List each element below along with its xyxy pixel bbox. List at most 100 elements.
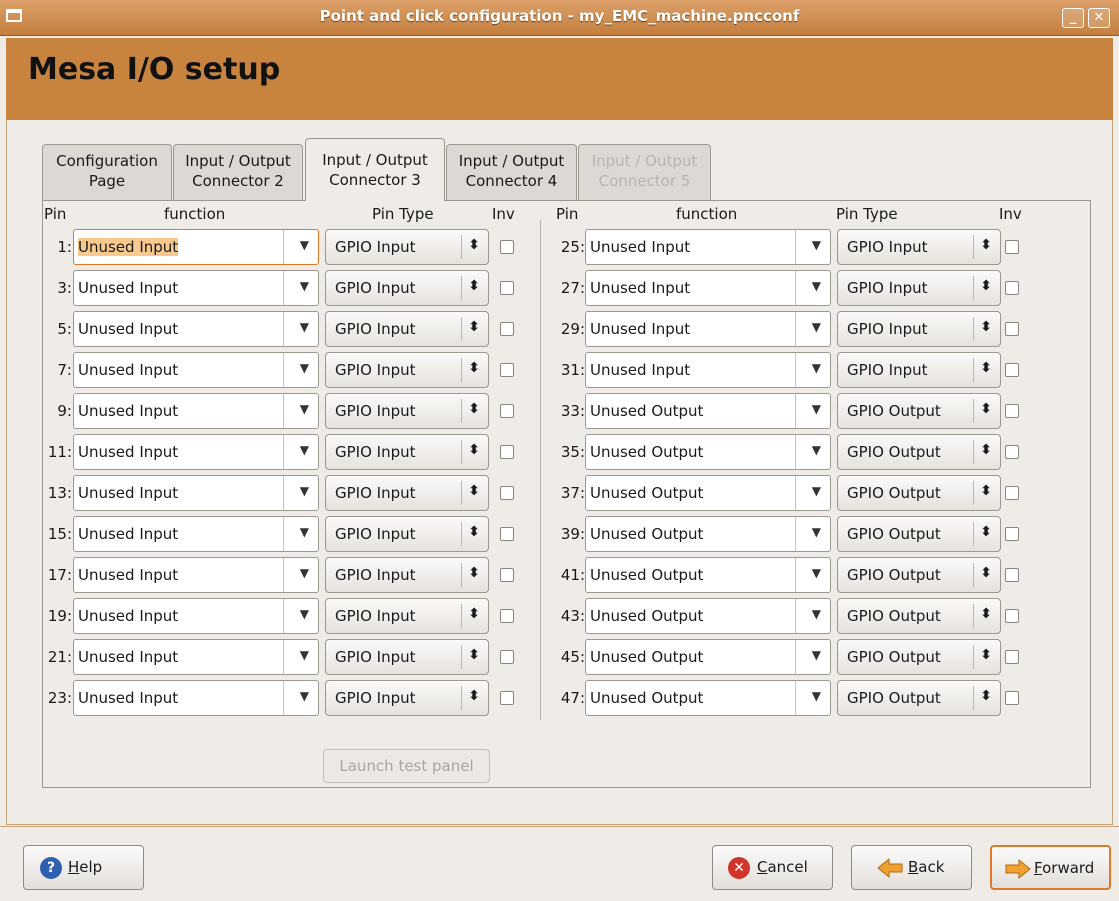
pin-type-value: GPIO Input bbox=[847, 320, 928, 338]
pin-row: 47: Unused Output ▼ GPIO Output ⬍ bbox=[0, 680, 1119, 716]
pin-number: 27: bbox=[560, 279, 585, 297]
invert-checkbox[interactable] bbox=[1005, 240, 1019, 254]
pin-type-select[interactable]: GPIO Input ⬍ bbox=[837, 229, 1001, 265]
chevron-down-icon[interactable]: ▼ bbox=[812, 279, 821, 293]
pin-type-value: GPIO Input bbox=[847, 279, 928, 297]
chevron-down-icon[interactable]: ▼ bbox=[812, 484, 821, 498]
tab-connector-4[interactable]: Input / Output Connector 4 bbox=[446, 144, 577, 200]
launch-test-panel-button: Launch test panel bbox=[323, 749, 490, 783]
function-value: Unused Output bbox=[590, 402, 704, 420]
invert-checkbox[interactable] bbox=[1005, 404, 1019, 418]
pin-type-value: GPIO Output bbox=[847, 525, 941, 543]
tab-configuration-page[interactable]: Configuration Page bbox=[42, 144, 172, 200]
pin-row: 35: Unused Output ▼ GPIO Output ⬍ bbox=[0, 434, 1119, 470]
cancel-button[interactable]: ✕ Cancel bbox=[712, 845, 833, 890]
updown-arrows-icon: ⬍ bbox=[980, 319, 992, 335]
function-combo[interactable]: Unused Input ▼ bbox=[585, 270, 831, 306]
function-value: Unused Output bbox=[590, 525, 704, 543]
function-combo[interactable]: Unused Output ▼ bbox=[585, 639, 831, 675]
pin-type-select[interactable]: GPIO Output ⬍ bbox=[837, 598, 1001, 634]
pin-type-select[interactable]: GPIO Output ⬍ bbox=[837, 393, 1001, 429]
forward-button[interactable]: Forward bbox=[990, 845, 1111, 890]
pin-type-select[interactable]: GPIO Input ⬍ bbox=[837, 270, 1001, 306]
pin-type-value: GPIO Input bbox=[847, 238, 928, 256]
updown-arrows-icon: ⬍ bbox=[980, 688, 992, 704]
function-combo[interactable]: Unused Output ▼ bbox=[585, 557, 831, 593]
cancel-icon: ✕ bbox=[728, 857, 750, 879]
pin-type-value: GPIO Output bbox=[847, 648, 941, 666]
pin-type-value: GPIO Output bbox=[847, 484, 941, 502]
invert-checkbox[interactable] bbox=[1005, 322, 1019, 336]
close-button[interactable]: ✕ bbox=[1088, 8, 1110, 28]
function-combo[interactable]: Unused Output ▼ bbox=[585, 393, 831, 429]
pin-type-select[interactable]: GPIO Output ⬍ bbox=[837, 516, 1001, 552]
help-button[interactable]: ? Help bbox=[23, 845, 144, 890]
pin-number: 45: bbox=[560, 648, 585, 666]
invert-checkbox[interactable] bbox=[1005, 691, 1019, 705]
page-header: Mesa I/O setup bbox=[6, 38, 1113, 120]
pin-number: 47: bbox=[560, 689, 585, 707]
chevron-down-icon[interactable]: ▼ bbox=[812, 648, 821, 662]
invert-checkbox[interactable] bbox=[1005, 568, 1019, 582]
updown-arrows-icon: ⬍ bbox=[980, 237, 992, 253]
pin-type-select[interactable]: GPIO Output ⬍ bbox=[837, 434, 1001, 470]
tab-connector-5: Input / Output Connector 5 bbox=[578, 144, 711, 200]
pin-type-select[interactable]: GPIO Output ⬍ bbox=[837, 639, 1001, 675]
pin-row: 37: Unused Output ▼ GPIO Output ⬍ bbox=[0, 475, 1119, 511]
invert-checkbox[interactable] bbox=[1005, 527, 1019, 541]
chevron-down-icon[interactable]: ▼ bbox=[812, 607, 821, 621]
function-combo[interactable]: Unused Input ▼ bbox=[585, 229, 831, 265]
function-combo[interactable]: Unused Input ▼ bbox=[585, 352, 831, 388]
function-combo[interactable]: Unused Output ▼ bbox=[585, 475, 831, 511]
function-value: Unused Output bbox=[590, 566, 704, 584]
function-value: Unused Output bbox=[590, 607, 704, 625]
function-combo[interactable]: Unused Input ▼ bbox=[585, 311, 831, 347]
invert-checkbox[interactable] bbox=[1005, 445, 1019, 459]
title-bar[interactable]: Point and click configuration - my_EMC_m… bbox=[0, 0, 1119, 36]
invert-checkbox[interactable] bbox=[1005, 609, 1019, 623]
updown-arrows-icon: ⬍ bbox=[980, 278, 992, 294]
chevron-down-icon[interactable]: ▼ bbox=[812, 566, 821, 580]
invert-checkbox[interactable] bbox=[1005, 363, 1019, 377]
tab-label-line1: Input / Output bbox=[458, 152, 565, 170]
chevron-down-icon[interactable]: ▼ bbox=[812, 320, 821, 334]
function-combo[interactable]: Unused Output ▼ bbox=[585, 434, 831, 470]
pin-row: 41: Unused Output ▼ GPIO Output ⬍ bbox=[0, 557, 1119, 593]
chevron-down-icon[interactable]: ▼ bbox=[812, 238, 821, 252]
divider bbox=[0, 826, 1119, 827]
minimize-button[interactable]: _ bbox=[1062, 8, 1084, 28]
updown-arrows-icon: ⬍ bbox=[980, 442, 992, 458]
invert-checkbox[interactable] bbox=[1005, 281, 1019, 295]
tab-connector-2[interactable]: Input / Output Connector 2 bbox=[173, 144, 303, 200]
pin-type-value: GPIO Output bbox=[847, 402, 941, 420]
tab-connector-3[interactable]: Input / Output Connector 3 bbox=[305, 138, 445, 201]
pin-type-select[interactable]: GPIO Output ⬍ bbox=[837, 680, 1001, 716]
function-value: Unused Input bbox=[590, 361, 691, 379]
back-button-label: Back bbox=[908, 858, 945, 876]
tab-label-line1: Input / Output bbox=[591, 152, 698, 170]
invert-checkbox[interactable] bbox=[1005, 486, 1019, 500]
chevron-down-icon[interactable]: ▼ bbox=[812, 361, 821, 375]
pin-row: 27: Unused Input ▼ GPIO Input ⬍ bbox=[0, 270, 1119, 306]
pin-row: 29: Unused Input ▼ GPIO Input ⬍ bbox=[0, 311, 1119, 347]
function-combo[interactable]: Unused Output ▼ bbox=[585, 680, 831, 716]
pin-type-select[interactable]: GPIO Input ⬍ bbox=[837, 352, 1001, 388]
chevron-down-icon[interactable]: ▼ bbox=[812, 443, 821, 457]
back-button[interactable]: Back bbox=[851, 845, 972, 890]
pin-type-select[interactable]: GPIO Output ⬍ bbox=[837, 475, 1001, 511]
updown-arrows-icon: ⬍ bbox=[980, 565, 992, 581]
pin-number: 31: bbox=[560, 361, 585, 379]
cancel-button-label: Cancel bbox=[757, 858, 808, 876]
chevron-down-icon[interactable]: ▼ bbox=[812, 689, 821, 703]
invert-checkbox[interactable] bbox=[1005, 650, 1019, 664]
chevron-down-icon[interactable]: ▼ bbox=[812, 402, 821, 416]
pin-type-select[interactable]: GPIO Input ⬍ bbox=[837, 311, 1001, 347]
function-combo[interactable]: Unused Output ▼ bbox=[585, 516, 831, 552]
help-icon: ? bbox=[40, 857, 62, 879]
chevron-down-icon[interactable]: ▼ bbox=[812, 525, 821, 539]
pin-row: 39: Unused Output ▼ GPIO Output ⬍ bbox=[0, 516, 1119, 552]
pin-type-value: GPIO Output bbox=[847, 689, 941, 707]
function-value: Unused Input bbox=[590, 279, 691, 297]
pin-type-select[interactable]: GPIO Output ⬍ bbox=[837, 557, 1001, 593]
function-combo[interactable]: Unused Output ▼ bbox=[585, 598, 831, 634]
